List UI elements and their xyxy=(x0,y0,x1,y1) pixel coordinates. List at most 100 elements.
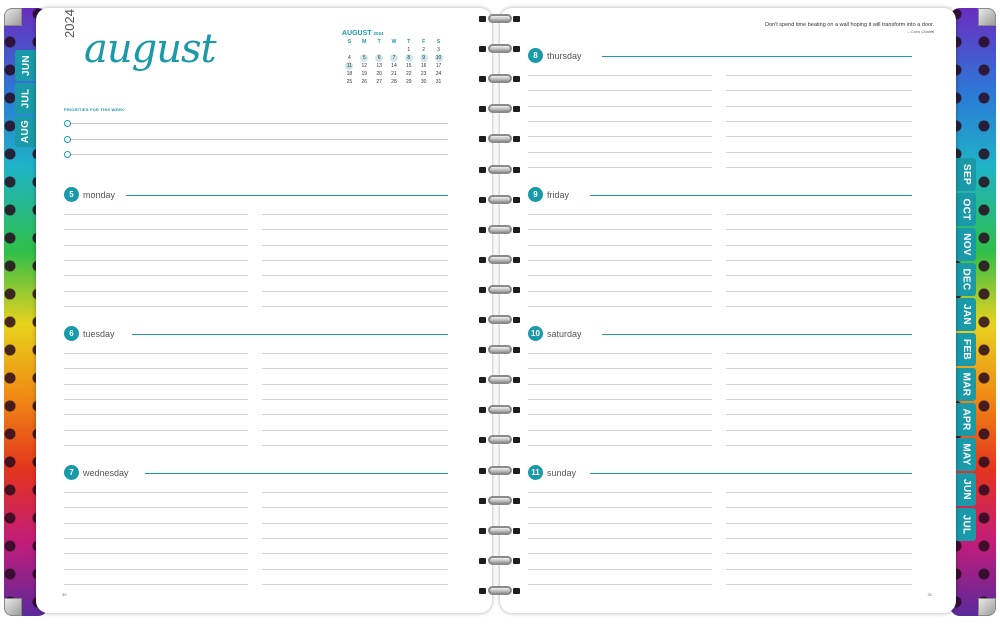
writing-line[interactable] xyxy=(528,429,712,431)
writing-line[interactable] xyxy=(528,166,712,168)
month-tab-feb[interactable]: FEB xyxy=(956,333,976,366)
writing-line[interactable] xyxy=(726,305,912,307)
writing-line[interactable] xyxy=(262,259,448,261)
writing-line[interactable] xyxy=(528,507,712,509)
writing-line[interactable] xyxy=(64,553,248,555)
writing-line[interactable] xyxy=(262,398,448,400)
writing-line[interactable] xyxy=(726,151,912,153)
writing-line[interactable] xyxy=(528,553,712,555)
calendar-date[interactable]: 17 xyxy=(431,62,446,70)
calendar-date[interactable]: 13 xyxy=(372,62,387,70)
writing-line[interactable] xyxy=(528,537,712,539)
calendar-date[interactable]: 9 xyxy=(416,54,431,62)
writing-line[interactable] xyxy=(64,583,248,585)
writing-line[interactable] xyxy=(726,537,912,539)
writing-line[interactable] xyxy=(262,568,448,570)
writing-line[interactable] xyxy=(726,229,912,231)
writing-line[interactable] xyxy=(726,244,912,246)
calendar-date[interactable]: 30 xyxy=(416,78,431,86)
writing-line[interactable] xyxy=(262,290,448,292)
month-tab-aug[interactable]: AUG xyxy=(15,116,37,147)
writing-line[interactable] xyxy=(64,429,248,431)
calendar-date[interactable]: 2 xyxy=(416,46,431,54)
writing-line[interactable] xyxy=(64,214,248,215)
month-tab-jul[interactable]: JUL xyxy=(956,508,976,541)
priority-line[interactable] xyxy=(64,136,448,143)
writing-line[interactable] xyxy=(64,522,248,524)
writing-line[interactable] xyxy=(726,259,912,261)
calendar-date[interactable]: 1 xyxy=(401,46,416,54)
writing-line[interactable] xyxy=(64,368,248,370)
writing-line[interactable] xyxy=(726,383,912,385)
calendar-date[interactable]: 25 xyxy=(342,78,357,86)
month-tab-may[interactable]: MAY xyxy=(956,438,976,471)
writing-line[interactable] xyxy=(726,583,912,585)
calendar-date[interactable]: 15 xyxy=(401,62,416,70)
writing-line[interactable] xyxy=(262,244,448,246)
month-tab-apr[interactable]: APR xyxy=(956,403,976,436)
writing-line[interactable] xyxy=(64,383,248,385)
writing-line[interactable] xyxy=(726,429,912,431)
writing-line[interactable] xyxy=(64,414,248,416)
writing-line[interactable] xyxy=(726,120,912,122)
writing-line[interactable] xyxy=(726,522,912,524)
writing-line[interactable] xyxy=(528,368,712,370)
calendar-date[interactable]: 19 xyxy=(357,70,372,78)
writing-line[interactable] xyxy=(262,383,448,385)
writing-line[interactable] xyxy=(726,568,912,570)
month-tab-jul[interactable]: JUL xyxy=(15,83,37,114)
writing-line[interactable] xyxy=(262,353,448,354)
writing-line[interactable] xyxy=(262,507,448,509)
calendar-date[interactable]: 18 xyxy=(342,70,357,78)
calendar-date[interactable]: 28 xyxy=(387,78,402,86)
writing-line[interactable] xyxy=(726,105,912,107)
writing-line[interactable] xyxy=(528,275,712,277)
writing-line[interactable] xyxy=(262,368,448,370)
writing-line[interactable] xyxy=(64,507,248,509)
writing-line[interactable] xyxy=(726,414,912,416)
writing-line[interactable] xyxy=(528,136,712,138)
writing-line[interactable] xyxy=(64,398,248,400)
writing-line[interactable] xyxy=(528,305,712,307)
writing-line[interactable] xyxy=(726,75,912,76)
writing-line[interactable] xyxy=(726,353,912,354)
month-tab-mar[interactable]: MAR xyxy=(956,368,976,401)
writing-line[interactable] xyxy=(528,444,712,446)
writing-line[interactable] xyxy=(528,151,712,153)
month-tab-jun[interactable]: JUN xyxy=(956,473,976,506)
writing-line[interactable] xyxy=(262,492,448,493)
writing-line[interactable] xyxy=(528,568,712,570)
calendar-date[interactable]: 4 xyxy=(342,54,357,62)
calendar-date[interactable]: 27 xyxy=(372,78,387,86)
writing-line[interactable] xyxy=(528,244,712,246)
calendar-date[interactable]: 31 xyxy=(431,78,446,86)
priority-line[interactable] xyxy=(64,120,448,127)
writing-line[interactable] xyxy=(528,353,712,354)
calendar-date[interactable]: 6 xyxy=(372,54,387,62)
writing-line[interactable] xyxy=(64,275,248,277)
writing-line[interactable] xyxy=(726,275,912,277)
writing-line[interactable] xyxy=(528,383,712,385)
writing-line[interactable] xyxy=(262,537,448,539)
calendar-date[interactable]: 7 xyxy=(387,54,402,62)
writing-line[interactable] xyxy=(726,90,912,92)
writing-line[interactable] xyxy=(528,414,712,416)
writing-line[interactable] xyxy=(528,259,712,261)
month-tab-nov[interactable]: NOV xyxy=(956,228,976,261)
writing-line[interactable] xyxy=(726,444,912,446)
calendar-date[interactable]: 14 xyxy=(387,62,402,70)
calendar-date[interactable]: 16 xyxy=(416,62,431,70)
calendar-date[interactable]: 10 xyxy=(431,54,446,62)
writing-line[interactable] xyxy=(64,290,248,292)
writing-line[interactable] xyxy=(262,229,448,231)
writing-line[interactable] xyxy=(64,353,248,354)
calendar-date[interactable]: 22 xyxy=(401,70,416,78)
writing-line[interactable] xyxy=(262,429,448,431)
writing-line[interactable] xyxy=(64,537,248,539)
writing-line[interactable] xyxy=(528,214,712,215)
writing-line[interactable] xyxy=(528,105,712,107)
writing-line[interactable] xyxy=(528,229,712,231)
month-tab-sep[interactable]: SEP xyxy=(956,158,976,191)
writing-line[interactable] xyxy=(726,368,912,370)
writing-line[interactable] xyxy=(64,444,248,446)
